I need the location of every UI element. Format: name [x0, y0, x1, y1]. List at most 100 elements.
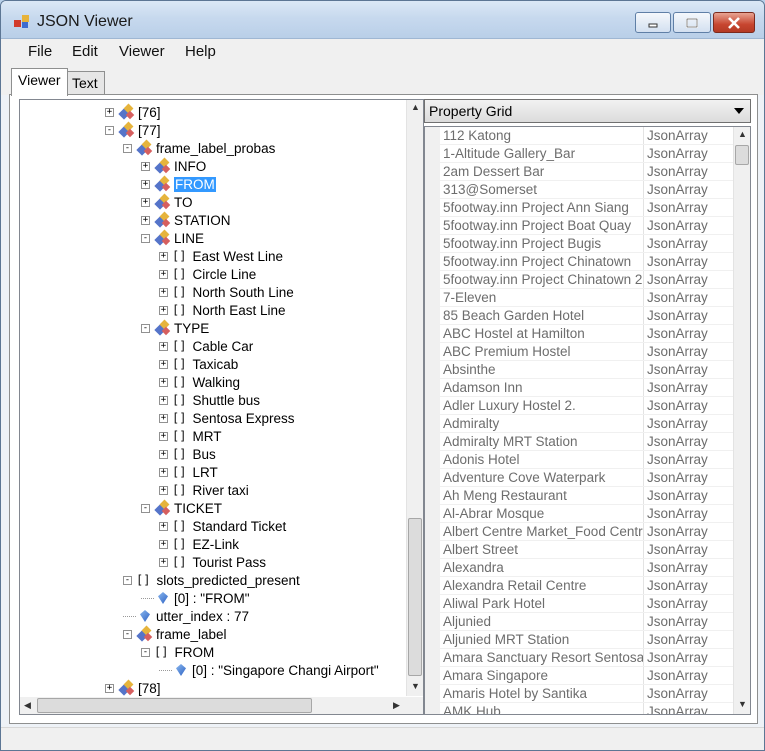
menu-viewer[interactable]: Viewer	[119, 43, 165, 60]
property-grid[interactable]: 112 Katong JsonArray 1-Altitude Gallery_Ba…	[424, 126, 751, 715]
tree-node-label[interactable]: Bus	[192, 447, 215, 462]
property-row[interactable]: Amara Sanctuary Resort Sentosa JsonArray	[425, 649, 733, 667]
expand-icon[interactable]: +	[159, 395, 168, 405]
tree-node[interactable]: -[] FROM	[141, 643, 214, 661]
tree-node-label[interactable]: Cable Car	[192, 339, 253, 354]
tree-node-label[interactable]: LINE	[174, 231, 204, 246]
tree-node[interactable]: + [] East West Line	[159, 247, 283, 265]
expand-icon[interactable]: +	[159, 521, 168, 531]
tree-node[interactable]: - LINE	[141, 229, 204, 247]
tree-node[interactable]: + STATION	[141, 211, 231, 229]
tree-node[interactable]: + [] Tourist Pass	[159, 553, 266, 571]
scroll-down-icon[interactable]: ▼	[411, 681, 420, 691]
expand-icon[interactable]: +	[159, 431, 168, 441]
property-row[interactable]: ABC Hostel at Hamilton JsonArray	[425, 325, 733, 343]
tree-node[interactable]: + [78]	[105, 679, 161, 696]
tree-node-label[interactable]: utter_index : 77	[156, 609, 249, 624]
maximize-button[interactable]	[673, 12, 711, 33]
tree-node[interactable]: + [] Sentosa Express	[159, 409, 295, 427]
tree-node[interactable]: + [] MRT	[159, 427, 221, 445]
tree-node[interactable]: + INFO	[141, 157, 206, 175]
menu-help[interactable]: Help	[185, 43, 216, 60]
tree-horizontal-scrollbar[interactable]: ◀ ▶	[20, 697, 408, 714]
tree-node-label[interactable]: Taxicab	[192, 357, 238, 372]
expand-icon[interactable]: +	[105, 683, 114, 693]
expand-icon[interactable]: +	[159, 287, 168, 297]
tree-node[interactable]: [0] : "FROM"	[141, 589, 250, 607]
tree-vertical-scrollbar[interactable]: ▲ ▼	[406, 100, 423, 696]
property-row[interactable]: 313@Somerset JsonArray	[425, 181, 733, 199]
tree-node-label[interactable]: [76]	[138, 105, 161, 120]
tree-node[interactable]: + [] EZ-Link	[159, 535, 239, 553]
tree-node-label[interactable]: Standard Ticket	[192, 519, 286, 534]
tree-node[interactable]: - TICKET	[141, 499, 222, 517]
tree-node[interactable]: + FROM	[141, 175, 216, 193]
property-row[interactable]: Alexandra Retail Centre JsonArray	[425, 577, 733, 595]
tree-node-label[interactable]: EZ-Link	[192, 537, 239, 552]
collapse-icon[interactable]: -	[141, 323, 150, 333]
tree-node-label[interactable]: Circle Line	[192, 267, 256, 282]
tree-node[interactable]: + [] Bus	[159, 445, 216, 463]
collapse-icon[interactable]: -	[123, 629, 132, 639]
property-row[interactable]: 2am Dessert Bar JsonArray	[425, 163, 733, 181]
tree-node[interactable]: [0] : "Singapore Changi Airport"	[159, 661, 379, 679]
property-row[interactable]: Adler Luxury Hostel 2. JsonArray	[425, 397, 733, 415]
property-row[interactable]: AMK Hub JsonArray	[425, 703, 733, 714]
expand-icon[interactable]: +	[159, 449, 168, 459]
tree-node[interactable]: + [] Circle Line	[159, 265, 256, 283]
tree-node-label[interactable]: frame_label	[156, 627, 227, 642]
property-view-dropdown[interactable]: Property Grid	[424, 99, 751, 123]
tree-node-label[interactable]: Walking	[192, 375, 240, 390]
menu-edit[interactable]: Edit	[72, 43, 98, 60]
tree-node[interactable]: -[] slots_predicted_present	[123, 571, 300, 589]
tree-node-label[interactable]: STATION	[174, 213, 231, 228]
tree-node[interactable]: utter_index : 77	[123, 607, 249, 625]
tree-node-label[interactable]: Shuttle bus	[192, 393, 260, 408]
expand-icon[interactable]: +	[141, 179, 150, 189]
minimize-button[interactable]	[635, 12, 671, 33]
tree-node[interactable]: + [] Standard Ticket	[159, 517, 286, 535]
menu-file[interactable]: File	[28, 43, 52, 60]
property-row[interactable]: ABC Premium Hostel JsonArray	[425, 343, 733, 361]
property-row[interactable]: 5footway.inn Project Boat Quay JsonArray	[425, 217, 733, 235]
scroll-down-icon[interactable]: ▼	[738, 699, 747, 709]
collapse-icon[interactable]: -	[123, 143, 132, 153]
tree-node[interactable]: + [] Shuttle bus	[159, 391, 260, 409]
tree-node-label[interactable]: [78]	[138, 681, 161, 696]
tree-hscroll-thumb[interactable]	[37, 698, 312, 713]
property-row[interactable]: Adventure Cove Waterpark JsonArray	[425, 469, 733, 487]
expand-icon[interactable]: +	[159, 251, 168, 261]
property-row[interactable]: Adonis Hotel JsonArray	[425, 451, 733, 469]
expand-icon[interactable]: +	[159, 485, 168, 495]
property-row[interactable]: Alexandra JsonArray	[425, 559, 733, 577]
tree-node-label[interactable]: TO	[174, 195, 193, 210]
expand-icon[interactable]: +	[159, 377, 168, 387]
tree-node[interactable]: + [] North East Line	[159, 301, 286, 319]
scroll-left-icon[interactable]: ◀	[24, 700, 31, 711]
tree-node-label[interactable]: TICKET	[174, 501, 222, 516]
tree-node-label[interactable]: frame_label_probas	[156, 141, 275, 156]
expand-icon[interactable]: +	[159, 557, 168, 567]
property-row[interactable]: Albert Centre Market_Food Centre JsonArra…	[425, 523, 733, 541]
tree-node-label[interactable]: [0] : "Singapore Changi Airport"	[192, 663, 379, 678]
property-row[interactable]: Amaris Hotel by Santika JsonArray	[425, 685, 733, 703]
tree-vscroll-thumb[interactable]	[408, 518, 422, 676]
tree-node-label[interactable]: INFO	[174, 159, 206, 174]
tree-node[interactable]: + [] LRT	[159, 463, 218, 481]
property-row[interactable]: Al-Abrar Mosque JsonArray	[425, 505, 733, 523]
tree-node-label[interactable]: North East Line	[192, 303, 285, 318]
expand-icon[interactable]: +	[159, 269, 168, 279]
property-row[interactable]: Amara Singapore JsonArray	[425, 667, 733, 685]
tree-node-label[interactable]: Tourist Pass	[192, 555, 266, 570]
close-button[interactable]	[713, 12, 755, 33]
property-row[interactable]: 5footway.inn Project Chinatown 2 JsonArra…	[425, 271, 733, 289]
scroll-up-icon[interactable]: ▲	[738, 129, 747, 139]
tree-node-label[interactable]: slots_predicted_present	[156, 573, 299, 588]
tree-node[interactable]: + [] North South Line	[159, 283, 294, 301]
property-row[interactable]: 85 Beach Garden Hotel JsonArray	[425, 307, 733, 325]
json-tree-view[interactable]: + [76] - [77] - frame_label_probas + INFO + FROM +…	[19, 99, 424, 715]
property-row[interactable]: 7-Eleven JsonArray	[425, 289, 733, 307]
property-row[interactable]: Aliwal Park Hotel JsonArray	[425, 595, 733, 613]
scroll-up-icon[interactable]: ▲	[411, 102, 420, 112]
property-row[interactable]: Admiralty MRT Station JsonArray	[425, 433, 733, 451]
